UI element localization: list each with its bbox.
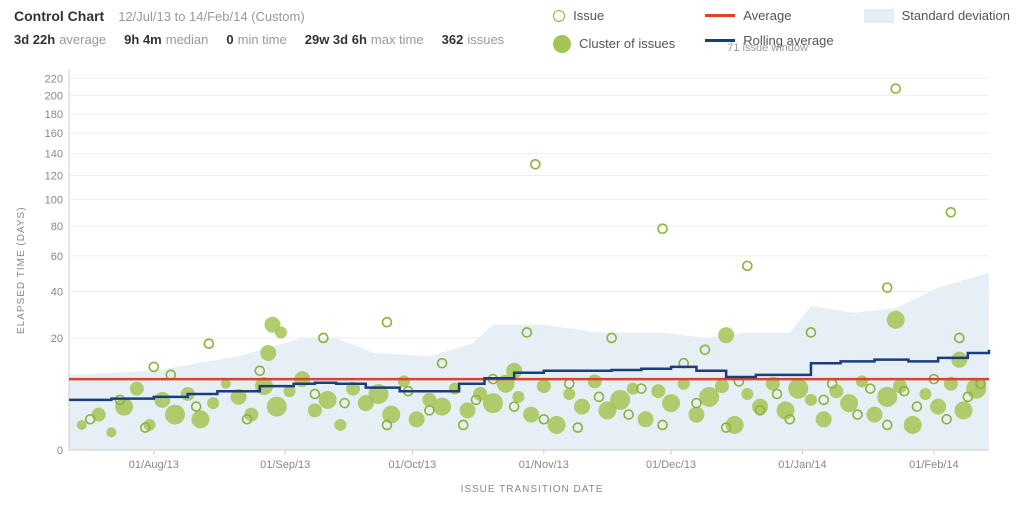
legend-stddev: Standard deviation (864, 8, 1010, 23)
date-range: 12/Jul/13 to 14/Feb/14 (Custom) (118, 9, 304, 24)
title-row: Control Chart 12/Jul/13 to 14/Feb/14 (Cu… (14, 8, 504, 24)
chart-container: ELAPSED TIME (DAYS) 0 20 40 60 80 100 120 140 16… (14, 60, 1010, 480)
stat-median: 9h 4mmedian (124, 32, 208, 47)
svg-text:01/Nov/13: 01/Nov/13 (519, 459, 569, 471)
legend-average: Average (705, 8, 833, 23)
control-chart-svg: 0 20 40 60 80 100 120 140 160 180 200 220 01/Aug/13 0… (29, 60, 999, 480)
svg-text:01/Sep/13: 01/Sep/13 (260, 459, 310, 471)
svg-text:01/Dec/13: 01/Dec/13 (646, 459, 696, 471)
header-left: Control Chart 12/Jul/13 to 14/Feb/14 (Cu… (14, 8, 504, 47)
stat-issues: 362issues (442, 32, 505, 47)
stat-average: 3d 22haverage (14, 32, 106, 47)
stat-max: 29w 3d 6hmax time (305, 32, 424, 47)
svg-text:20: 20 (51, 333, 63, 345)
svg-text:180: 180 (45, 109, 63, 121)
svg-text:120: 120 (45, 171, 63, 183)
svg-text:100: 100 (45, 194, 63, 206)
issue-icon (553, 10, 565, 22)
svg-text:40: 40 (51, 287, 63, 299)
svg-text:60: 60 (51, 251, 63, 263)
svg-text:01/Aug/13: 01/Aug/13 (129, 459, 179, 471)
chart-plot-area[interactable]: 0 20 40 60 80 100 120 140 160 180 200 220 01/Aug/13 0… (29, 60, 1010, 480)
svg-text:140: 140 (45, 149, 63, 161)
chart-title: Control Chart (14, 8, 104, 24)
y-axis-label: ELAPSED TIME (DAYS) (14, 60, 29, 480)
svg-text:80: 80 (51, 221, 63, 233)
svg-text:0: 0 (57, 445, 63, 457)
stats-row: 3d 22haverage 9h 4mmedian 0min time 29w … (14, 32, 504, 47)
svg-text:01/Jan/14: 01/Jan/14 (778, 459, 826, 471)
legend-cluster: Cluster of issues (553, 33, 675, 54)
svg-text:160: 160 (45, 128, 63, 140)
svg-text:01/Feb/14: 01/Feb/14 (909, 459, 959, 471)
average-line-icon (705, 14, 735, 17)
chart-header: Control Chart 12/Jul/13 to 14/Feb/14 (Cu… (14, 8, 1010, 54)
legend-issue: Issue (553, 8, 675, 23)
cluster-icon (553, 35, 571, 53)
svg-text:220: 220 (45, 73, 63, 85)
stddev-icon (864, 9, 894, 23)
stat-min: 0min time (226, 32, 286, 47)
chart-legend: Issue Average Standard deviation Cluster… (553, 8, 1010, 54)
svg-text:01/Oct/13: 01/Oct/13 (389, 459, 437, 471)
x-axis-label: ISSUE TRANSITION DATE (54, 484, 1010, 495)
svg-text:200: 200 (45, 91, 63, 103)
